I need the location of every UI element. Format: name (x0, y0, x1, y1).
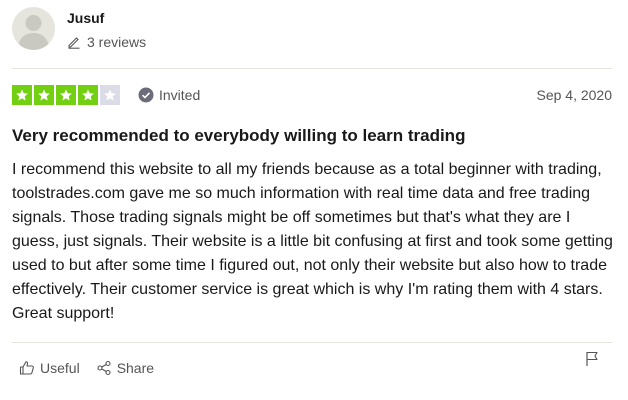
star-filled-icon (12, 85, 32, 105)
reviews-count-label: 3 reviews (87, 34, 147, 50)
review-title[interactable]: Very recommended to everybody willing to… (12, 126, 612, 146)
star-filled-icon (78, 85, 98, 105)
check-circle-icon (138, 87, 154, 103)
review-date: Sep 4, 2020 (536, 87, 612, 103)
report-button[interactable] (585, 351, 599, 372)
avatar[interactable] (12, 7, 55, 50)
divider (12, 342, 612, 343)
divider (12, 68, 612, 69)
star-filled-icon (56, 85, 76, 105)
useful-label: Useful (40, 360, 80, 376)
reviewer-card: Jusuf 3 reviews (12, 7, 146, 50)
share-label: Share (116, 360, 155, 376)
review-body: I recommend this website to all my frien… (12, 161, 613, 322)
star-rating (12, 85, 122, 105)
reviewer-name[interactable]: Jusuf (67, 10, 146, 26)
user-silhouette-icon (18, 15, 49, 50)
thumbs-up-icon (19, 361, 34, 375)
star-empty-icon (100, 85, 120, 105)
invited-label: Invited (159, 87, 201, 103)
star-filled-icon (34, 85, 54, 105)
invited-badge[interactable]: Invited (138, 87, 200, 103)
reviews-count: 3 reviews (67, 34, 146, 50)
pencil-icon (68, 37, 80, 49)
flag-icon (586, 351, 598, 366)
review-actions: Useful Share (19, 351, 599, 378)
share-button[interactable]: Share (96, 360, 154, 376)
useful-button[interactable]: Useful (19, 360, 80, 376)
rating-row: Invited Sep 4, 2020 (12, 84, 612, 106)
share-icon (97, 360, 111, 376)
